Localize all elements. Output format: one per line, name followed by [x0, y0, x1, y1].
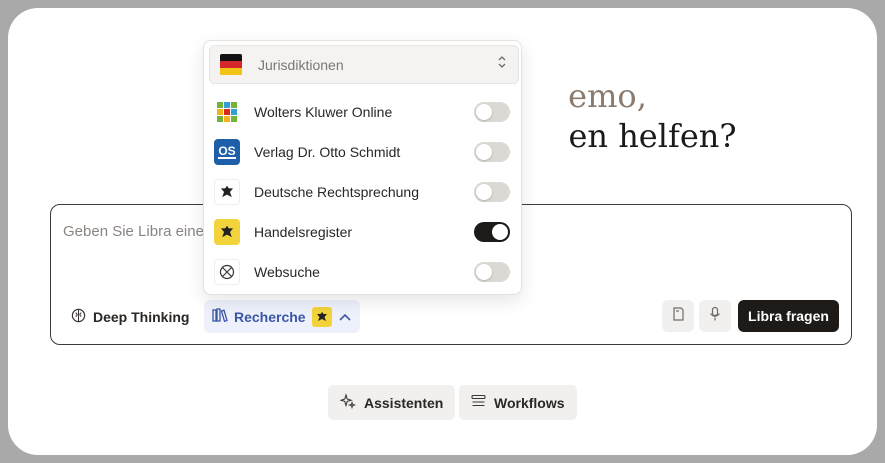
recherche-label: Recherche	[234, 308, 306, 325]
source-toggle-otto-schmidt[interactable]	[474, 142, 510, 162]
source-label: Deutsche Rechtsprechung	[254, 184, 419, 200]
otto-schmidt-logo-icon: OS	[214, 139, 240, 165]
submit-button[interactable]: Libra fragen	[738, 300, 839, 332]
chevron-up-icon	[338, 309, 352, 325]
app-window: emo, en helfen? Deep Thinking Recherche	[8, 8, 877, 455]
source-row-wolters-kluwer: Wolters Kluwer Online	[214, 98, 510, 126]
source-label: Websuche	[254, 264, 320, 280]
jurisdiction-label: Jurisdiktionen	[258, 56, 344, 73]
sparkles-icon	[339, 393, 357, 412]
workflows-button[interactable]: Workflows	[459, 385, 577, 420]
globe-icon	[214, 259, 240, 285]
chevron-updown-icon	[496, 54, 508, 75]
list-icon	[471, 394, 486, 411]
attach-document-button[interactable]	[662, 300, 694, 332]
source-row-websuche: Websuche	[214, 258, 510, 286]
deep-thinking-toggle[interactable]: Deep Thinking	[63, 301, 197, 333]
source-label: Verlag Dr. Otto Schmidt	[254, 144, 401, 160]
assistants-label: Assistenten	[364, 394, 444, 411]
sources-dropdown: Jurisdiktionen Wolters Kluwer Online OS …	[203, 40, 522, 295]
source-toggle-rechtsprechung[interactable]	[474, 182, 510, 202]
brain-icon	[71, 308, 86, 326]
jurisdiction-select[interactable]: Jurisdiktionen	[209, 45, 519, 84]
source-label: Handelsregister	[254, 224, 353, 240]
source-toggle-handelsregister[interactable]	[474, 222, 510, 242]
wolters-kluwer-logo-icon	[214, 99, 240, 125]
germany-flag-icon	[220, 53, 242, 76]
document-icon	[671, 306, 685, 327]
voice-input-button[interactable]	[699, 300, 731, 332]
source-toggle-wolters-kluwer[interactable]	[474, 102, 510, 122]
source-row-otto-schmidt: OS Verlag Dr. Otto Schmidt	[214, 138, 510, 166]
library-icon	[212, 308, 228, 325]
source-row-rechtsprechung: Deutsche Rechtsprechung	[214, 178, 510, 206]
deep-thinking-label: Deep Thinking	[93, 309, 190, 325]
assistants-button[interactable]: Assistenten	[328, 385, 456, 420]
workflows-label: Workflows	[494, 394, 565, 411]
source-toggle-websuche[interactable]	[474, 262, 510, 282]
federal-eagle-yellow-icon	[214, 219, 240, 245]
federal-eagle-icon	[311, 306, 332, 327]
source-label: Wolters Kluwer Online	[254, 104, 393, 120]
federal-eagle-icon	[214, 179, 240, 205]
recherche-button[interactable]: Recherche	[204, 300, 360, 333]
microphone-icon	[709, 306, 721, 327]
source-row-handelsregister: Handelsregister	[214, 218, 510, 246]
